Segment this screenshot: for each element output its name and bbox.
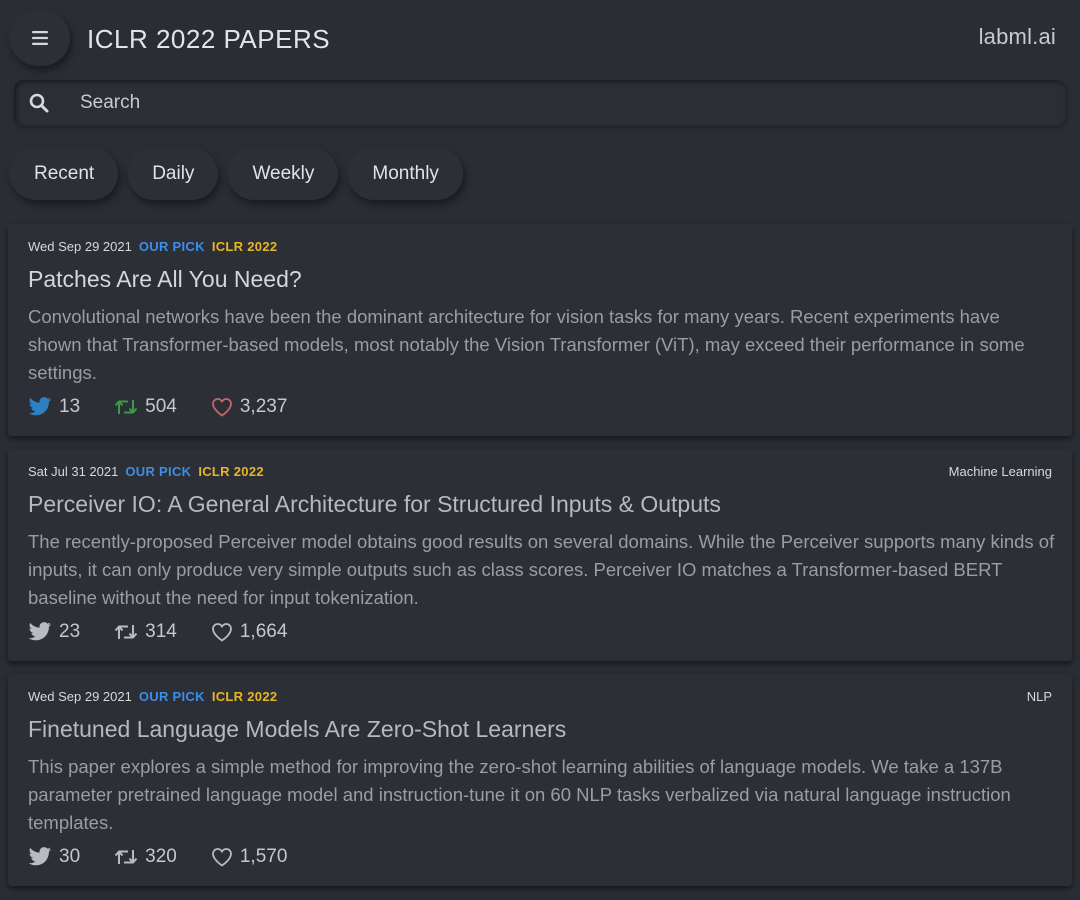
- hamburger-menu-icon: [32, 31, 48, 45]
- paper-abstract: The recently-proposed Perceiver model ob…: [28, 531, 1055, 608]
- tweet-count: 30: [59, 846, 81, 867]
- tab-daily[interactable]: Daily: [128, 148, 219, 200]
- paper-card[interactable]: Wed Sep 29 2021 OUR PICK ICLR 2022 Patch…: [8, 224, 1072, 436]
- conference-badge: ICLR 2022: [211, 239, 278, 254]
- like-count: 1,664: [239, 621, 288, 642]
- tab-weekly[interactable]: Weekly: [228, 148, 339, 200]
- paper-date: Wed Sep 29 2021: [28, 689, 132, 704]
- search-bar: [14, 80, 1066, 126]
- paper-date: Sat Jul 31 2021: [28, 464, 119, 479]
- retweet-count: 314: [145, 621, 177, 642]
- paper-meta: Sat Jul 31 2021 OUR PICK ICLR 2022: [28, 463, 264, 481]
- likes-stat[interactable]: 1,570: [211, 846, 288, 868]
- likes-stat[interactable]: 3,237: [211, 396, 288, 418]
- retweets-stat[interactable]: 314: [114, 621, 177, 643]
- search-input[interactable]: [80, 80, 1040, 126]
- tweets-stat[interactable]: 23: [28, 621, 80, 643]
- tweets-stat[interactable]: 30: [28, 846, 80, 868]
- retweets-stat[interactable]: 504: [114, 396, 177, 418]
- search-icon[interactable]: [28, 92, 50, 114]
- paper-card[interactable]: Sat Jul 31 2021 OUR PICK ICLR 2022 Machi…: [8, 449, 1072, 661]
- paper-meta: Wed Sep 29 2021 OUR PICK ICLR 2022: [28, 238, 277, 256]
- paper-category[interactable]: NLP: [1027, 688, 1052, 706]
- heart-icon: [211, 623, 232, 642]
- paper-category[interactable]: Machine Learning: [949, 463, 1052, 481]
- paper-title[interactable]: Finetuned Language Models Are Zero-Shot …: [28, 714, 566, 744]
- retweets-stat[interactable]: 320: [114, 846, 177, 868]
- like-count: 3,237: [239, 396, 288, 417]
- paper-date: Wed Sep 29 2021: [28, 239, 132, 254]
- paper-title[interactable]: Patches Are All You Need?: [28, 264, 302, 294]
- like-count: 1,570: [239, 846, 288, 867]
- paper-card[interactable]: Wed Sep 29 2021 OUR PICK ICLR 2022 NLP F…: [8, 674, 1072, 886]
- paper-meta: Wed Sep 29 2021 OUR PICK ICLR 2022: [28, 688, 277, 706]
- tweet-count: 23: [59, 621, 81, 642]
- menu-button[interactable]: [10, 10, 70, 66]
- tab-monthly[interactable]: Monthly: [348, 148, 463, 200]
- brand-logo[interactable]: labml.ai: [979, 22, 1056, 52]
- twitter-icon: [28, 397, 52, 416]
- paper-abstract: This paper explores a simple method for …: [28, 756, 1011, 833]
- our-pick-badge: OUR PICK: [138, 239, 205, 254]
- page-title: ICLR 2022 PAPERS: [87, 24, 331, 54]
- retweet-icon: [114, 850, 138, 864]
- our-pick-badge: OUR PICK: [138, 689, 205, 704]
- tweets-stat[interactable]: 13: [28, 396, 80, 418]
- retweet-icon: [114, 625, 138, 639]
- paper-stats: 13 504 3,237: [28, 394, 321, 420]
- twitter-icon: [28, 622, 52, 641]
- time-filter-tabs: Recent Daily Weekly Monthly: [10, 148, 463, 200]
- heart-icon: [211, 848, 232, 867]
- heart-icon: [211, 398, 232, 417]
- conference-badge: ICLR 2022: [198, 464, 264, 479]
- retweet-count: 320: [145, 846, 177, 867]
- paper-abstract: Convolutional networks have been the dom…: [28, 306, 1025, 383]
- top-bar: ICLR 2022 PAPERS labml.ai: [0, 0, 1080, 78]
- tab-recent[interactable]: Recent: [10, 148, 119, 200]
- retweet-count: 504: [145, 396, 177, 417]
- retweet-icon: [114, 400, 138, 414]
- our-pick-badge: OUR PICK: [125, 464, 192, 479]
- paper-title[interactable]: Perceiver IO: A General Architecture for…: [28, 489, 721, 519]
- conference-badge: ICLR 2022: [211, 689, 278, 704]
- paper-stats: 23 314 1,664: [28, 619, 321, 645]
- twitter-icon: [28, 847, 52, 866]
- tweet-count: 13: [59, 396, 81, 417]
- paper-stats: 30 320 1,570: [28, 844, 321, 870]
- likes-stat[interactable]: 1,664: [211, 621, 288, 643]
